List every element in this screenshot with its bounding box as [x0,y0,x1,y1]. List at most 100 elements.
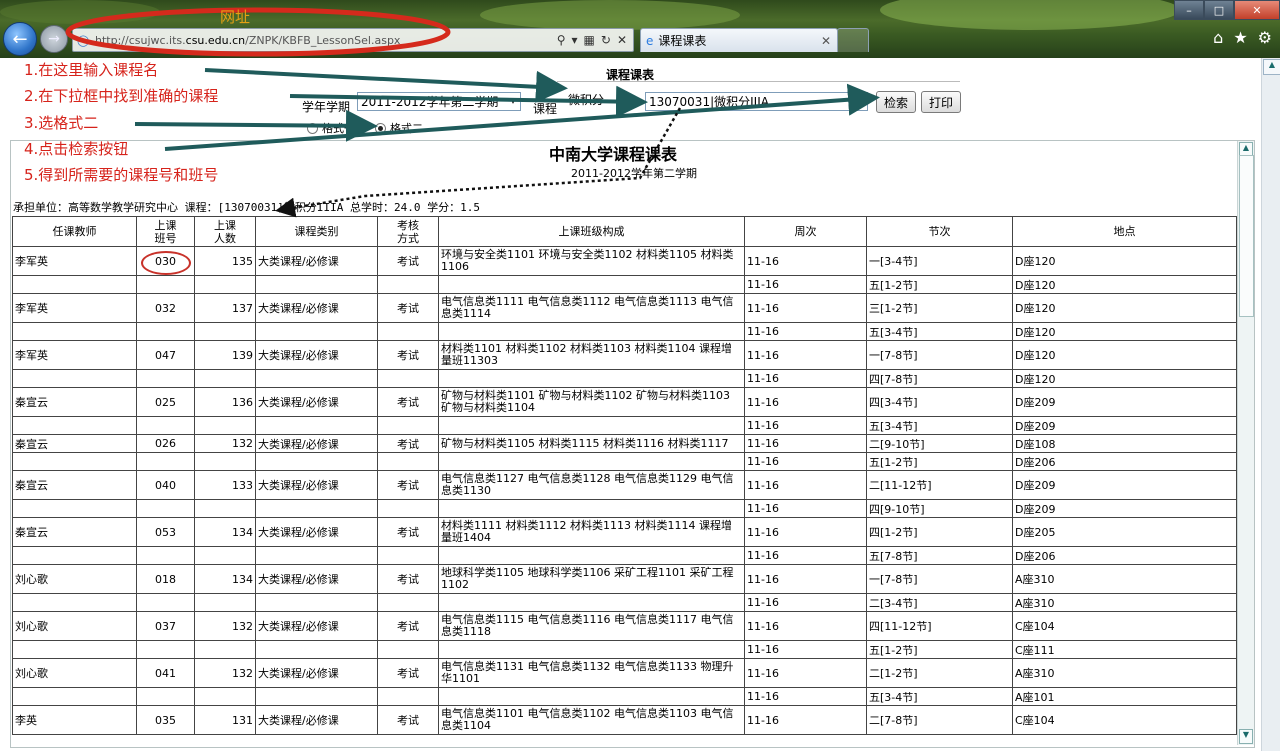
term-select[interactable]: 2011-2012学年第二学期 ▾ [357,92,521,111]
count-cell: 135 [194,246,256,276]
place-cell: D座209 [1012,387,1237,417]
weeks-cell: 11-16 [744,246,867,276]
empty-cell [255,416,378,435]
weeks-cell: 11-16 [744,687,867,706]
period-cell: 四[9-10节] [866,499,1013,518]
exam-cell: 考试 [377,434,439,453]
place-cell: D座120 [1012,369,1237,388]
scroll-up-icon[interactable]: ▲ [1263,59,1280,75]
table-row-sub: 11-16 五[3-4节] A座101 [12,687,1237,706]
table-row: 李英 035 131 大类课程/必修课 考试 电气信息类1101 电气信息类1102 电气… [12,705,1237,735]
course-select-value: 13070031|微积分IIIA [649,95,769,109]
place-cell: D座206 [1012,452,1237,471]
place-cell: A座310 [1012,564,1237,594]
place-cell: C座104 [1012,611,1237,641]
count-cell: 136 [194,387,256,417]
table-row: 刘心歌 037 132 大类课程/必修课 考试 电气信息类1115 电气信息类1116 电… [12,611,1237,641]
category-cell: 大类课程/必修课 [255,611,378,641]
empty-cell [255,452,378,471]
table-row: 秦宣云 026 132 大类课程/必修课 考试 矿物与材料类1105 材料类1115 材料… [12,434,1237,453]
period-cell: 二[9-10节] [866,434,1013,453]
period-cell: 三[1-2节] [866,293,1013,323]
table-row: 刘心歌 018 134 大类课程/必修课 考试 地球科学类1105 地球科学类1106 采… [12,564,1237,594]
weeks-cell: 11-16 [744,452,867,471]
print-button[interactable]: 打印 [921,91,962,113]
empty-cell [377,546,439,565]
format-1-radio[interactable]: 格式一 [307,120,355,136]
classes-cell: 电气信息类1115 电气信息类1116 电气信息类1117 电气信息类1118 [438,611,745,641]
empty-cell [377,499,439,518]
empty-cell [136,369,195,388]
empty-cell [255,640,378,659]
title-underline [557,81,960,82]
empty-cell [194,593,256,612]
exam-cell: 考试 [377,246,439,276]
teacher-cell: 刘心歌 [12,658,137,688]
class-no-value: 041 [155,666,176,680]
weeks-cell: 11-16 [744,611,867,641]
annotation-step-5: 5.得到所需要的课程号和班号 [24,166,219,184]
count-cell: 132 [194,434,256,453]
category-cell: 大类课程/必修课 [255,470,378,500]
course-name-input[interactable]: 微积分 [565,90,635,109]
table-row-sub: 11-16 五[7-8节] D座206 [12,546,1237,565]
place-cell: D座120 [1012,293,1237,323]
place-cell: C座104 [1012,705,1237,735]
scroll-down-icon[interactable]: ▼ [1239,729,1253,744]
empty-cell [438,640,745,659]
empty-cell [194,416,256,435]
count-cell: 132 [194,611,256,641]
class-no-cell: 018 [136,564,195,594]
place-cell: D座209 [1012,499,1237,518]
empty-cell [438,499,745,518]
count-cell: 134 [194,517,256,547]
empty-cell [438,369,745,388]
class-no-value: 037 [155,619,176,633]
classes-cell: 材料类1101 材料类1102 材料类1103 材料类1104 课程增量班113… [438,340,745,370]
place-cell: D座120 [1012,322,1237,341]
count-cell: 132 [194,658,256,688]
empty-cell [377,416,439,435]
scroll-thumb[interactable] [1239,155,1254,317]
class-no-value: 047 [155,348,176,362]
period-cell: 五[3-4节] [866,416,1013,435]
annotation-step-2: 2.在下拉框中找到准确的课程 [24,87,219,105]
weeks-cell: 11-16 [744,293,867,323]
class-no-cell: 053 [136,517,195,547]
column-header: 上课 人数 [194,216,256,247]
table-row: 刘心歌 041 132 大类课程/必修课 考试 电气信息类1131 电气信息类1132 电… [12,658,1237,688]
category-cell: 大类课程/必修课 [255,340,378,370]
search-button[interactable]: 检索 [876,91,917,113]
empty-cell [194,546,256,565]
empty-cell [377,640,439,659]
place-cell: D座209 [1012,416,1237,435]
format-2-radio[interactable]: 格式二 [375,120,423,136]
weeks-cell: 11-16 [744,705,867,735]
report-scrollbar[interactable]: ▲ ▼ [1237,141,1254,745]
period-cell: 二[11-12节] [866,470,1013,500]
page-scrollbar[interactable]: ▲ [1261,58,1280,751]
browser-chrome: ← → ◯ http://csujwc.its.csu.edu.cn/ZNPK/… [0,0,1280,58]
empty-cell [12,275,137,294]
empty-cell [194,687,256,706]
report-info: 承担单位：高等数学教学研究中心 课程：[13070031]微积分IIIA 总学时… [13,201,480,214]
table-row: 李军英 032 137 大类课程/必修课 考试 电气信息类1111 电气信息类1112 电… [12,293,1237,323]
course-select[interactable]: 13070031|微积分IIIA ▾ [645,92,868,111]
place-cell: D座108 [1012,434,1237,453]
report-title: 中南大学课程课表 [549,145,678,164]
count-cell: 134 [194,564,256,594]
period-cell: 五[3-4节] [866,322,1013,341]
category-cell: 大类课程/必修课 [255,293,378,323]
exam-cell: 考试 [377,517,439,547]
class-no-cell: 025 [136,387,195,417]
empty-cell [12,369,137,388]
highlight-circle [141,251,191,275]
weeks-cell: 11-16 [744,369,867,388]
url-annotation: 网址 [220,8,251,26]
empty-cell [136,322,195,341]
teacher-cell: 秦宣云 [12,470,137,500]
column-header: 上课班级构成 [438,216,745,247]
period-cell: 四[7-8节] [866,369,1013,388]
column-header: 任课教师 [12,216,137,247]
table-row-sub: 11-16 二[3-4节] A座310 [12,593,1237,612]
